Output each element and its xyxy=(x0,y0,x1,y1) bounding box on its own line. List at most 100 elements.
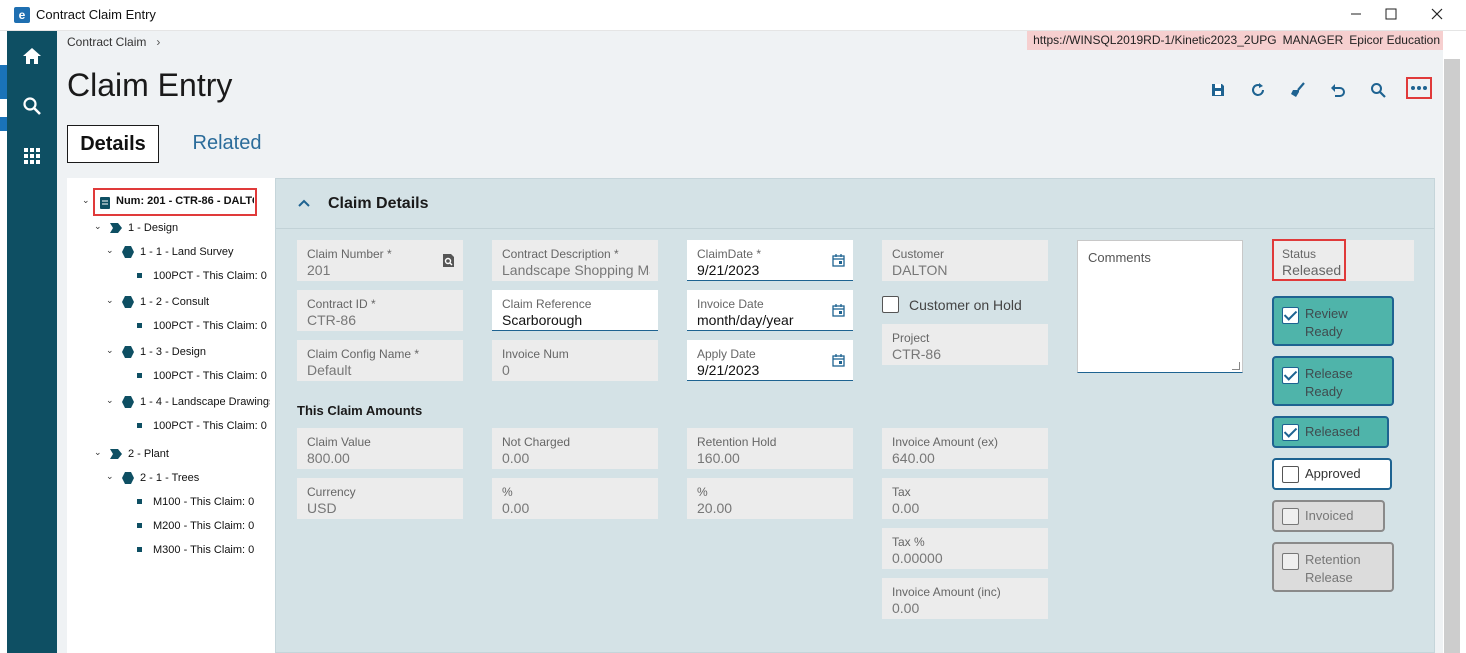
checkbox-box[interactable] xyxy=(1282,553,1299,570)
checkbox-box[interactable] xyxy=(1282,508,1299,525)
invoice-amount-ex-field[interactable]: Invoice Amount (ex) 640.00 xyxy=(882,428,1048,469)
tree-node[interactable]: M100 - This Claim: 0 xyxy=(153,494,275,510)
apps-button[interactable] xyxy=(7,136,57,176)
background-edge xyxy=(0,31,7,653)
toggle-label: Invoiced xyxy=(1305,508,1354,523)
chevron-down-icon[interactable]: ⌄ xyxy=(106,245,116,256)
field-label: Retention Hold xyxy=(697,435,777,449)
calendar-icon[interactable] xyxy=(832,254,845,267)
minimize-button[interactable] xyxy=(1345,4,1367,26)
chevron-down-icon[interactable]: ⌄ xyxy=(106,295,116,306)
field-label: Claim Number * xyxy=(307,247,392,261)
claim-number-field[interactable]: Claim Number * 201 xyxy=(297,240,463,281)
chevron-down-icon[interactable]: ⌄ xyxy=(82,195,92,206)
contract-description-field[interactable]: Contract Description * Landscape Shoppin… xyxy=(492,240,658,281)
env-user: MANAGER xyxy=(1282,33,1344,47)
breadcrumb: Contract Claim › xyxy=(67,35,160,49)
invoiced-toggle[interactable]: Invoiced xyxy=(1272,500,1385,532)
released-toggle[interactable]: Released xyxy=(1272,416,1389,448)
tab-details[interactable]: Details xyxy=(67,125,159,163)
tree-node[interactable]: 1 - 1 - Land Survey xyxy=(140,244,234,260)
approved-toggle[interactable]: Approved xyxy=(1272,458,1392,490)
retention-hold-field[interactable]: Retention Hold 160.00 xyxy=(687,428,853,469)
retention-percent-field[interactable]: % 20.00 xyxy=(687,478,853,519)
currency-field[interactable]: Currency USD xyxy=(297,478,463,519)
review-ready-toggle[interactable]: Review Ready xyxy=(1272,296,1394,346)
bullet-icon xyxy=(137,547,142,552)
tree-node[interactable]: 2 - Plant xyxy=(128,446,169,462)
checkbox-box[interactable] xyxy=(1282,367,1299,384)
chevron-down-icon[interactable]: ⌄ xyxy=(106,345,116,356)
calendar-icon[interactable] xyxy=(832,354,845,367)
tree-node[interactable]: 1 - 3 - Design xyxy=(140,344,206,360)
home-button[interactable] xyxy=(7,36,57,76)
not-charged-percent-field[interactable]: % 0.00 xyxy=(492,478,658,519)
tax-field[interactable]: Tax 0.00 xyxy=(882,478,1048,519)
contract-id-field[interactable]: Contract ID * CTR-86 xyxy=(297,290,463,331)
chevron-down-icon[interactable]: ⌄ xyxy=(94,447,104,458)
customer-field[interactable]: Customer DALTON xyxy=(882,240,1048,281)
apply-date-input[interactable]: Apply Date 9/21/2023 xyxy=(687,340,853,381)
tree-node[interactable]: 2 - 1 - Trees xyxy=(140,470,199,486)
chevron-down-icon[interactable]: ⌄ xyxy=(106,471,116,482)
tree-node[interactable]: 100PCT - This Claim: 0 xyxy=(153,268,275,284)
tab-related[interactable]: Related xyxy=(187,125,267,163)
tree-node[interactable]: 1 - 4 - Landscape Drawings xyxy=(140,394,270,410)
tree-node[interactable]: 100PCT - This Claim: 0 xyxy=(153,318,275,334)
checkbox-box[interactable] xyxy=(1282,466,1299,483)
checkbox-box[interactable] xyxy=(1282,307,1299,324)
claim-tree: ⌄ Num: 201 - CTR-86 - DALTON ⌄ 1 - Desig… xyxy=(67,178,275,653)
release-ready-toggle[interactable]: Release Ready xyxy=(1272,356,1394,406)
close-button[interactable] xyxy=(1426,4,1448,26)
main-content: Contract Claim › https://WINSQL2019RD-1/K… xyxy=(57,31,1443,653)
claim-date-input[interactable]: ClaimDate * 9/21/2023 xyxy=(687,240,853,281)
comments-textarea[interactable]: Comments xyxy=(1077,240,1243,373)
undo-button[interactable] xyxy=(1327,79,1349,101)
panel-header[interactable]: Claim Details xyxy=(276,179,1434,229)
tree-node[interactable]: 100PCT - This Claim: 0 xyxy=(153,418,275,434)
customer-on-hold-checkbox[interactable]: Customer on Hold xyxy=(882,296,1022,313)
field-label: % xyxy=(697,485,708,499)
tree-node[interactable]: 1 - Design xyxy=(128,220,178,236)
tax-percent-field[interactable]: Tax % 0.00000 xyxy=(882,528,1048,569)
bullet-icon xyxy=(137,423,142,428)
tree-node[interactable]: M300 - This Claim: 0 xyxy=(153,542,275,558)
claim-reference-input[interactable]: Claim Reference Scarborough xyxy=(492,290,658,331)
field-label: Comments xyxy=(1088,250,1151,265)
vertical-scrollbar[interactable] xyxy=(1443,31,1466,653)
invoice-date-input[interactable]: Invoice Date month/day/year xyxy=(687,290,853,331)
invoice-amount-inc-field[interactable]: Invoice Amount (inc) 0.00 xyxy=(882,578,1048,619)
save-button[interactable] xyxy=(1207,79,1229,101)
checkbox-box[interactable] xyxy=(1282,424,1299,441)
breadcrumb-item[interactable]: Contract Claim xyxy=(67,35,146,49)
status-highlight xyxy=(1272,239,1346,281)
tree-root-node[interactable]: Num: 201 - CTR-86 - DALTON xyxy=(116,195,254,207)
project-field[interactable]: Project CTR-86 xyxy=(882,324,1048,365)
maximize-button[interactable] xyxy=(1380,4,1402,26)
invoice-num-field[interactable]: Invoice Num 0 xyxy=(492,340,658,381)
checkbox-box[interactable] xyxy=(882,296,899,313)
scrollbar-thumb[interactable] xyxy=(1444,59,1460,653)
resize-grip-icon[interactable] xyxy=(1232,362,1240,370)
tree-node[interactable]: 1 - 2 - Consult xyxy=(140,294,209,310)
field-label: Project xyxy=(892,331,930,345)
field-label: Tax xyxy=(892,485,911,499)
field-label: Contract ID * xyxy=(307,297,376,311)
chevron-down-icon[interactable]: ⌄ xyxy=(94,221,104,232)
find-button[interactable] xyxy=(1367,79,1389,101)
not-charged-field[interactable]: Not Charged 0.00 xyxy=(492,428,658,469)
tree-node[interactable]: M200 - This Claim: 0 xyxy=(153,518,275,534)
field-value: CTR-86 xyxy=(307,312,357,328)
retention-release-toggle[interactable]: Retention Release xyxy=(1272,542,1394,592)
search-button[interactable] xyxy=(7,86,57,126)
clear-button[interactable] xyxy=(1287,79,1309,101)
tree-node[interactable]: 100PCT - This Claim: 0 xyxy=(153,368,275,384)
chevron-down-icon[interactable]: ⌄ xyxy=(106,395,116,406)
field-value: 0.00000 xyxy=(892,550,943,566)
refresh-button[interactable] xyxy=(1247,79,1269,101)
search-doc-icon[interactable] xyxy=(442,254,455,267)
calendar-icon[interactable] xyxy=(832,304,845,317)
claim-config-field[interactable]: Claim Config Name * Default xyxy=(297,340,463,381)
more-button[interactable] xyxy=(1406,77,1432,99)
claim-value-field[interactable]: Claim Value 800.00 xyxy=(297,428,463,469)
